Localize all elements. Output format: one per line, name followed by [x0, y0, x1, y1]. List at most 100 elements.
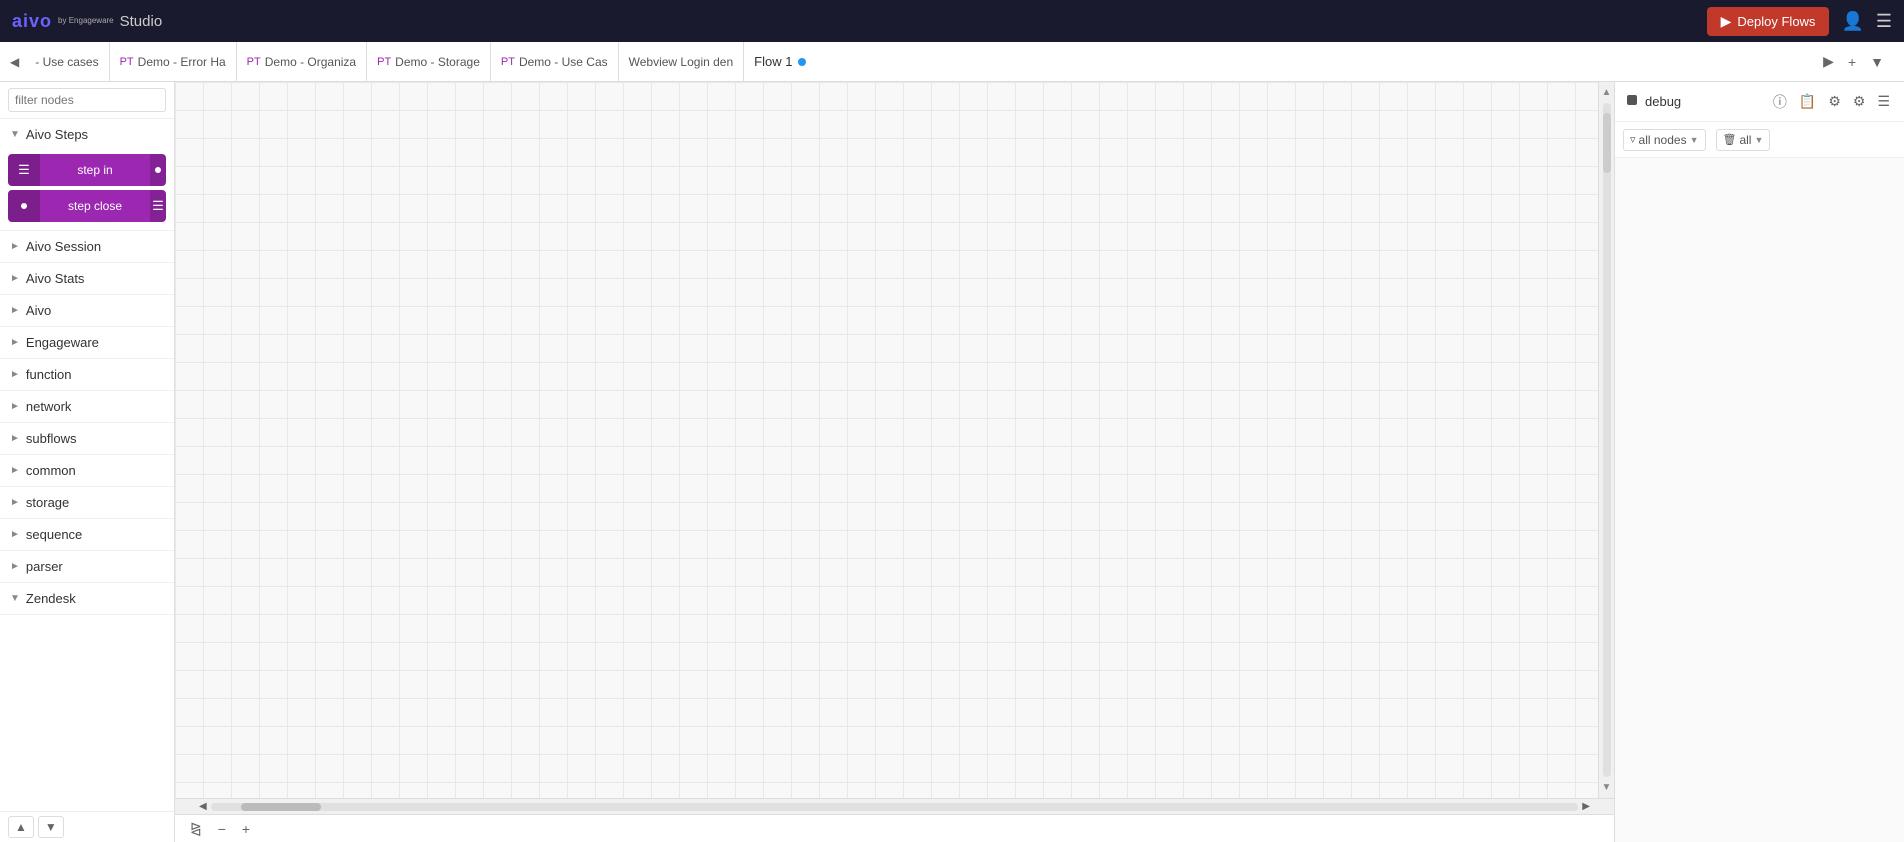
- flow-canvas[interactable]: [175, 82, 1598, 798]
- canvas-scroll-left-arrow[interactable]: ◀: [195, 801, 211, 812]
- category-sequence: ► sequence: [0, 519, 174, 551]
- logo-studio-text: Studio: [120, 13, 163, 30]
- tab-demo-error-label: Demo - Error Ha: [138, 55, 226, 69]
- category-storage-header[interactable]: ► storage: [0, 487, 174, 518]
- category-aivo-stats-header[interactable]: ► Aivo Stats: [0, 263, 174, 294]
- category-storage-arrow: ►: [10, 497, 20, 508]
- category-zendesk-arrow: ▼: [10, 593, 20, 604]
- category-subflows: ► subflows: [0, 423, 174, 455]
- logo-aivo-text: aivo: [12, 11, 52, 32]
- node-step-in-left: ☰: [8, 154, 40, 186]
- category-aivo-label: Aivo: [26, 303, 51, 318]
- tab-demo-error-prefix: PT: [120, 56, 134, 68]
- flow-more-button[interactable]: ▼: [1864, 50, 1890, 74]
- tab-demo-storage-label: Demo - Storage: [395, 55, 480, 69]
- flow-name: Flow 1: [754, 54, 792, 69]
- canvas-horizontal-scrollbar: ◀ ▶: [175, 798, 1614, 814]
- category-parser-label: parser: [26, 559, 63, 574]
- category-aivo-steps-header[interactable]: ▼ Aivo Steps: [0, 119, 174, 150]
- logo: aivo by Engageware Studio: [12, 11, 162, 32]
- category-aivo-steps-label: Aivo Steps: [26, 127, 88, 142]
- left-sidebar: ▼ Aivo Steps ☰ step in: [0, 82, 175, 842]
- category-common: ► common: [0, 455, 174, 487]
- category-aivo-session: ► Aivo Session: [0, 231, 174, 263]
- right-panel-content: [1615, 158, 1904, 842]
- canvas-wrapper: ▲ ▼ ◀ ▶ ⧎ − +: [175, 82, 1614, 842]
- node-step-close[interactable]: step close ☰: [8, 190, 166, 222]
- rp-copy-button[interactable]: 📋: [1795, 88, 1820, 116]
- rp-settings-button[interactable]: ⚙: [1824, 88, 1845, 116]
- sidebar-scroll-down-button[interactable]: ▼: [38, 816, 64, 838]
- canvas-scroll-track-h: [211, 803, 1579, 811]
- tab-demo-organiza[interactable]: PT Demo - Organiza: [237, 42, 367, 81]
- category-sequence-header[interactable]: ► sequence: [0, 519, 174, 550]
- flow-modified-dot: [798, 58, 806, 66]
- debug-label: debug: [1645, 94, 1763, 109]
- tab-demo-use-cases[interactable]: PT Demo - Use Cas: [491, 42, 619, 81]
- all-dropdown[interactable]: 🗑 all ▼: [1716, 129, 1771, 151]
- canvas-zoom-out-button[interactable]: −: [213, 819, 231, 839]
- all-arrow: ▼: [1754, 135, 1763, 145]
- rp-menu-button[interactable]: ☰: [1873, 88, 1894, 116]
- category-function-header[interactable]: ► function: [0, 359, 174, 390]
- user-icon[interactable]: 👤: [1841, 11, 1863, 32]
- canvas-scroll-thumb-v[interactable]: [1603, 113, 1611, 173]
- topbar-right: ▶ Deploy Flows 👤 ☰: [1707, 7, 1892, 36]
- canvas-scroll-right-arrow[interactable]: ▶: [1578, 801, 1594, 812]
- category-aivo-session-header[interactable]: ► Aivo Session: [0, 231, 174, 262]
- topbar: aivo by Engageware Studio ▶ Deploy Flows…: [0, 0, 1904, 42]
- all-nodes-dropdown[interactable]: ▿ all nodes ▼: [1623, 129, 1706, 151]
- menu-icon[interactable]: ☰: [1876, 11, 1892, 32]
- tab-demo-storage[interactable]: PT Demo - Storage: [367, 42, 491, 81]
- tab-use-cases[interactable]: - Use cases: [25, 42, 109, 81]
- category-subflows-header[interactable]: ► subflows: [0, 423, 174, 454]
- tab-webview-login[interactable]: Webview Login den: [619, 42, 745, 81]
- canvas-scroll-thumb-h[interactable]: [241, 803, 321, 811]
- tab-demo-error[interactable]: PT Demo - Error Ha: [110, 42, 237, 81]
- category-sequence-arrow: ►: [10, 529, 20, 540]
- category-network-header[interactable]: ► network: [0, 391, 174, 422]
- node-step-in-icon: ☰: [18, 162, 30, 178]
- right-panel-filter: ▿ all nodes ▼ 🗑 all ▼: [1615, 122, 1904, 158]
- category-function-label: function: [26, 367, 72, 382]
- tab-demo-organiza-prefix: PT: [247, 56, 261, 68]
- filter-nodes-input[interactable]: [8, 88, 166, 112]
- canvas-vertical-scrollbar[interactable]: ▲ ▼: [1598, 82, 1614, 798]
- rp-info-button[interactable]: ⓘ: [1769, 88, 1791, 116]
- node-step-in-right-dot: [155, 167, 161, 173]
- all-nodes-label: all nodes: [1639, 133, 1687, 147]
- category-zendesk-label: Zendesk: [26, 591, 76, 606]
- tab-use-cases-label: - Use cases: [35, 55, 98, 69]
- category-parser-header[interactable]: ► parser: [0, 551, 174, 582]
- flow-name-area: Flow 1 ▶ + ▼: [744, 49, 1900, 74]
- tab-scroll-left[interactable]: ◀: [4, 51, 25, 73]
- category-common-arrow: ►: [10, 465, 20, 476]
- category-storage-label: storage: [26, 495, 69, 510]
- canvas-zoom-in-button[interactable]: +: [237, 819, 255, 839]
- category-aivo-header[interactable]: ► Aivo: [0, 295, 174, 326]
- canvas-scroll-down-arrow[interactable]: ▼: [1599, 779, 1614, 796]
- canvas-fit-button[interactable]: ⧎: [185, 818, 207, 839]
- node-step-close-icon: ☰: [152, 198, 164, 214]
- topbar-left: aivo by Engageware Studio: [12, 11, 162, 32]
- canvas-scroll-track-v: [1603, 103, 1611, 777]
- category-subflows-arrow: ►: [10, 433, 20, 444]
- filter-icon: ▿: [1630, 133, 1636, 146]
- category-network-arrow: ►: [10, 401, 20, 412]
- category-sequence-label: sequence: [26, 527, 82, 542]
- main-area: ▼ Aivo Steps ☰ step in: [0, 82, 1904, 842]
- flow-run-button[interactable]: ▶: [1817, 49, 1840, 74]
- category-zendesk-header[interactable]: ▼ Zendesk: [0, 583, 174, 614]
- sidebar-content: ▼ Aivo Steps ☰ step in: [0, 119, 174, 811]
- deploy-flows-button[interactable]: ▶ Deploy Flows: [1707, 7, 1830, 36]
- category-common-header[interactable]: ► common: [0, 455, 174, 486]
- sidebar-scroll-up-button[interactable]: ▲: [8, 816, 34, 838]
- node-step-close-left-dot: [21, 203, 27, 209]
- category-engageware-header[interactable]: ► Engageware: [0, 327, 174, 358]
- canvas-scroll-up-arrow[interactable]: ▲: [1599, 84, 1614, 101]
- rp-settings2-button[interactable]: ⚙: [1849, 88, 1870, 116]
- node-step-in[interactable]: ☰ step in: [8, 154, 166, 186]
- category-aivo-arrow: ►: [10, 305, 20, 316]
- flow-add-button[interactable]: +: [1842, 50, 1862, 74]
- right-panel-icons: ⓘ 📋 ⚙ ⚙ ☰: [1769, 88, 1894, 116]
